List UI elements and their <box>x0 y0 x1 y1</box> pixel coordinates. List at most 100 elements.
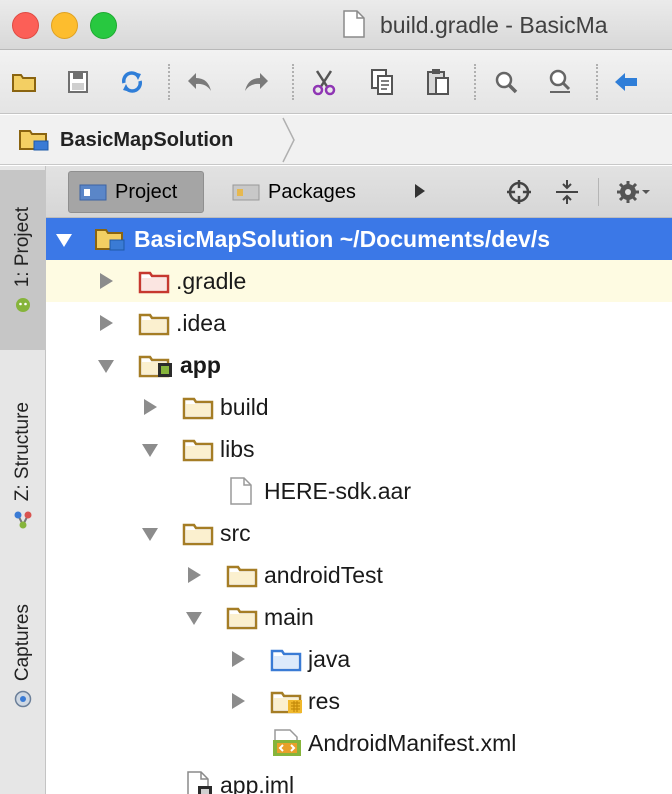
tree-row[interactable]: androidTest <box>46 554 672 596</box>
tree-row[interactable]: res <box>46 680 672 722</box>
tree-row[interactable]: AndroidManifest.xml <box>46 722 672 764</box>
project-panel-header: Project Packages <box>46 166 672 218</box>
project-view-icon <box>79 184 107 201</box>
toolbar-separator <box>292 64 294 100</box>
tree-row-label: HERE-sdk.aar <box>264 478 411 504</box>
folder-icon <box>138 313 170 336</box>
folder-icon <box>182 523 214 546</box>
tree-row[interactable]: .gradle <box>46 260 672 302</box>
breadcrumb-project[interactable]: BasicMapSolution <box>10 121 251 159</box>
tab-project[interactable]: 1: Project <box>0 170 46 350</box>
file-icon <box>230 477 252 505</box>
toolbar-separator <box>168 64 170 100</box>
tab-packages-view[interactable]: Packages <box>222 171 384 213</box>
structure-icon <box>14 511 32 529</box>
folder-icon <box>182 397 214 420</box>
header-separator <box>598 178 599 206</box>
close-window-button[interactable] <box>12 12 39 39</box>
expand-arrow-icon[interactable] <box>56 234 72 247</box>
tree-row[interactable]: app.iml <box>46 764 672 794</box>
manifest-file-icon <box>273 729 301 756</box>
tab-project-label: 1: Project <box>12 206 33 288</box>
title-bar: build.gradle - BasicMa <box>0 0 672 50</box>
open-folder-icon[interactable] <box>8 66 40 98</box>
undo-icon[interactable] <box>184 66 216 98</box>
module-file-icon <box>187 771 212 794</box>
expand-arrow-icon[interactable] <box>232 651 245 667</box>
minimize-window-button[interactable] <box>51 12 78 39</box>
toolbar-separator <box>474 64 476 100</box>
tab-captures[interactable]: Captures <box>0 576 46 736</box>
collapse-arrow-icon[interactable] <box>98 360 114 373</box>
breadcrumb-label: BasicMapSolution <box>60 128 234 151</box>
sync-icon[interactable] <box>116 66 148 98</box>
project-folder-icon <box>19 130 49 151</box>
locate-icon[interactable] <box>506 179 532 205</box>
save-icon[interactable] <box>62 66 94 98</box>
more-views-icon[interactable] <box>414 183 426 199</box>
tree-row-label: src <box>220 520 251 546</box>
expand-arrow-icon[interactable] <box>232 693 245 709</box>
collapse-all-icon[interactable] <box>554 179 580 205</box>
tree-row-label: main <box>264 604 314 630</box>
project-folder-icon <box>95 229 125 251</box>
resource-folder-icon <box>270 691 302 714</box>
tree-row[interactable]: src <box>46 512 672 554</box>
cut-icon[interactable] <box>308 66 340 98</box>
tree-row-label: app.iml <box>220 772 295 794</box>
tree-row-label: AndroidManifest.xml <box>308 730 517 756</box>
tree-row-label: .idea <box>176 310 226 336</box>
tree-row-root[interactable]: BasicMapSolution ~/Documents/dev/s <box>46 218 672 260</box>
collapse-arrow-icon[interactable] <box>142 444 158 457</box>
tree-row-label: androidTest <box>264 562 383 588</box>
redo-icon[interactable] <box>240 66 272 98</box>
tree-row-label: libs <box>220 436 255 462</box>
breadcrumb-separator-icon <box>282 117 295 163</box>
window-title: build.gradle - BasicMa <box>380 12 608 38</box>
collapse-arrow-icon[interactable] <box>142 528 158 541</box>
expand-arrow-icon[interactable] <box>144 399 157 415</box>
main-toolbar <box>0 50 672 114</box>
tree-row-label: res <box>308 688 340 714</box>
collapse-arrow-icon[interactable] <box>186 612 202 625</box>
toolbar-separator <box>596 64 598 100</box>
source-folder-icon <box>270 649 302 672</box>
packages-view-icon <box>232 184 260 201</box>
expand-arrow-icon[interactable] <box>100 315 113 331</box>
module-folder-icon <box>138 355 172 378</box>
folder-icon <box>182 439 214 462</box>
document-icon <box>343 10 365 38</box>
tree-row-label: build <box>220 394 269 420</box>
tree-row[interactable]: libs <box>46 428 672 470</box>
zoom-window-button[interactable] <box>90 12 117 39</box>
tree-row[interactable]: HERE-sdk.aar <box>46 470 672 512</box>
settings-gear-icon[interactable] <box>616 179 650 205</box>
excluded-folder-icon <box>138 271 170 294</box>
tree-row[interactable]: build <box>46 386 672 428</box>
folder-icon <box>226 565 258 588</box>
root-project-path: ~/Documents/dev/s <box>339 226 551 252</box>
tree-row[interactable]: main <box>46 596 672 638</box>
copy-icon[interactable] <box>366 66 398 98</box>
tab-project-view-label: Project <box>115 180 178 203</box>
replace-icon[interactable] <box>544 66 576 98</box>
expand-arrow-icon[interactable] <box>188 567 201 583</box>
tool-window-strip: 1: Project Z: Structure Captures <box>0 166 46 794</box>
android-icon <box>16 298 30 313</box>
tree-row[interactable]: app <box>46 344 672 386</box>
folder-icon <box>226 607 258 630</box>
tree-row-label: .gradle <box>176 268 247 294</box>
camera-icon <box>14 690 32 707</box>
tab-structure[interactable]: Z: Structure <box>0 366 46 566</box>
tree-row[interactable]: java <box>46 638 672 680</box>
tab-packages-view-label: Packages <box>268 180 356 203</box>
find-icon[interactable] <box>490 66 522 98</box>
tree-row-label: app <box>180 352 221 378</box>
tree-row[interactable]: .idea <box>46 302 672 344</box>
back-icon[interactable] <box>610 66 642 98</box>
paste-icon[interactable] <box>422 66 454 98</box>
tree-row-label: java <box>308 646 351 672</box>
tab-project-view[interactable]: Project <box>68 171 204 213</box>
tree-row-label: BasicMapSolution ~/Documents/dev/s <box>134 226 550 253</box>
expand-arrow-icon[interactable] <box>100 273 113 289</box>
